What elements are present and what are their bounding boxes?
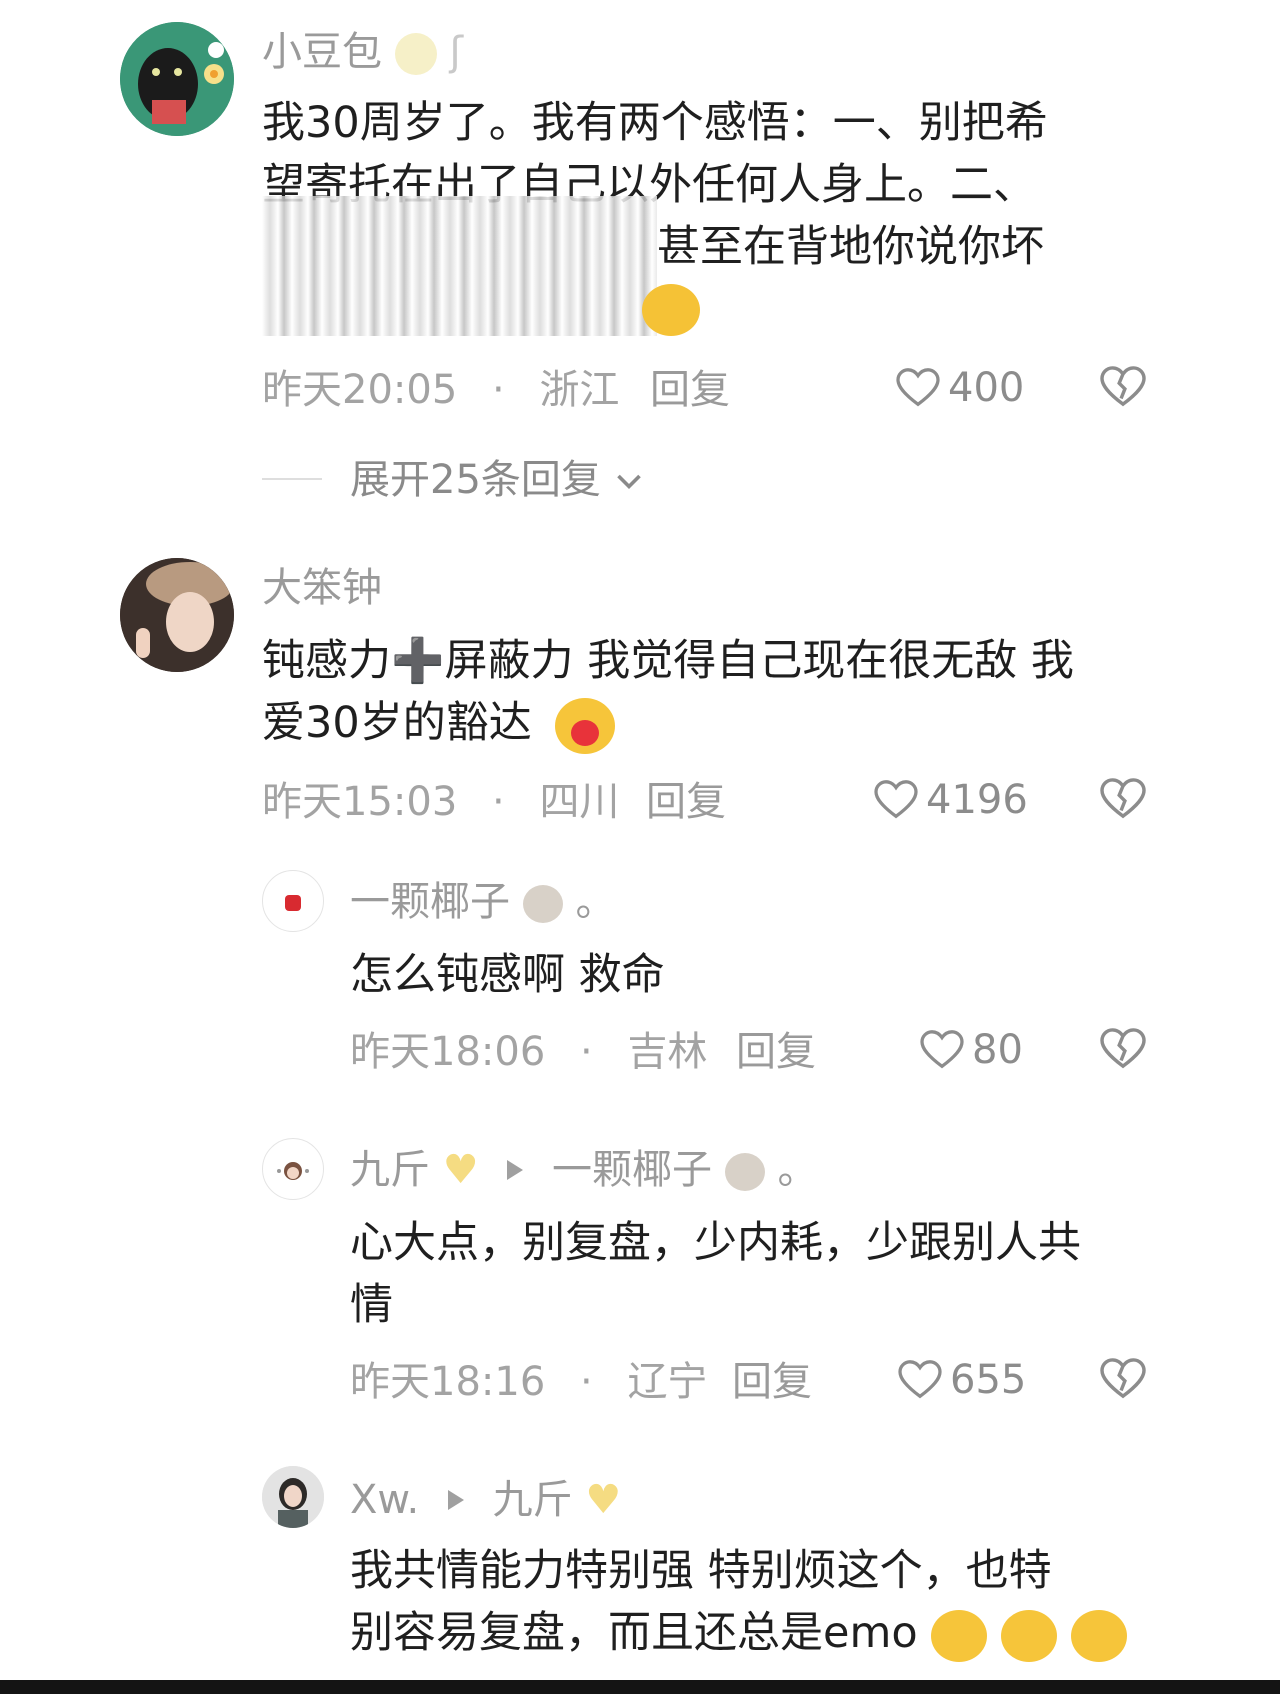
reply-username[interactable]: 九斤 ♥ 一颗椰子 。 — [350, 1150, 817, 1191]
dislike-icon — [1100, 1028, 1146, 1069]
reply-button[interactable]: 回复 — [646, 782, 726, 822]
like-button[interactable]: 655 — [898, 1360, 1026, 1400]
meta-separator: · — [492, 367, 505, 413]
dislike-button[interactable] — [1100, 1028, 1146, 1074]
woman-avatar-icon — [262, 1466, 324, 1528]
triangle-arrow-icon — [447, 1490, 464, 1510]
reply-username[interactable]: 一颗椰子 。 — [350, 882, 615, 923]
triangle-arrow-icon — [507, 1160, 524, 1180]
heart-icon — [896, 368, 940, 407]
reply-location: 辽宁 — [627, 1359, 708, 1405]
like-count: 80 — [972, 1027, 1023, 1073]
panther-avatar-icon — [120, 22, 234, 136]
reply-button[interactable]: 回复 — [732, 1362, 812, 1402]
moon-emoji — [394, 33, 437, 75]
reply-username[interactable]: Xw. 九斤 ♥ — [350, 1480, 621, 1520]
comment-text-line2: 爱30岁的豁达 — [262, 692, 1162, 754]
like-count: 4196 — [926, 777, 1028, 823]
comment-username[interactable]: 小豆包 ʃ — [262, 32, 463, 75]
heart-icon — [920, 1030, 964, 1069]
reply-meta: 昨天18:16 · 辽宁 — [350, 1362, 707, 1402]
expand-divider — [262, 478, 322, 480]
avatar-dabenzhong[interactable] — [120, 558, 234, 672]
meta-separator: · — [492, 779, 505, 825]
username-decoration: ʃ — [449, 29, 463, 75]
avatar-jiujin[interactable] — [262, 1138, 324, 1200]
comment-meta: 昨天15:03 · 四川 — [262, 782, 619, 822]
avatar-yikeyezi[interactable] — [262, 870, 324, 932]
grin-emoji — [642, 284, 700, 336]
dislike-icon — [1100, 366, 1146, 407]
reply-to-username: 一颗椰子 — [552, 1147, 713, 1193]
dislike-button[interactable] — [1100, 366, 1146, 412]
reply-text: 心大点，别复盘，少内耗，少跟别人共 情 — [350, 1218, 1081, 1330]
reply-button[interactable]: 回复 — [650, 370, 730, 410]
dislike-icon — [1100, 778, 1146, 819]
crying-emoji — [1070, 1609, 1127, 1662]
like-count: 655 — [950, 1357, 1027, 1403]
reply-text: 怎么钝感啊 救命 — [350, 950, 665, 1000]
chevron-down-icon — [616, 474, 641, 490]
crying-emoji — [931, 1609, 988, 1662]
cartoon-girl-avatar-icon — [277, 1162, 309, 1180]
yellow-heart-emoji: ♥ — [442, 1147, 479, 1193]
comment-location: 四川 — [539, 779, 620, 825]
reply-to-username: 九斤 — [492, 1477, 573, 1523]
dislike-button[interactable] — [1100, 778, 1146, 824]
meta-separator: · — [580, 1359, 593, 1405]
crying-emoji — [1001, 1609, 1057, 1662]
coconut-emoji — [522, 885, 563, 923]
expand-replies-button[interactable]: 展开25条回复 — [350, 460, 644, 500]
comment-text: 钝感力➕屏蔽力 我觉得自己现在很无敌 我 爱30岁的豁达 — [262, 630, 1162, 754]
bottom-edge-bar — [0, 1680, 1280, 1694]
like-button[interactable]: 400 — [896, 368, 1024, 408]
meta-separator: · — [580, 1029, 593, 1075]
reply-meta: 昨天18:06 · 吉林 — [350, 1032, 707, 1072]
like-count: 400 — [948, 365, 1025, 411]
reply-button[interactable]: 回复 — [736, 1032, 816, 1072]
reply-time: 昨天18:06 — [350, 1029, 546, 1075]
yellow-heart-emoji: ♥ — [585, 1477, 622, 1523]
reply-text: 我共情能力特别强 特别烦这个，也特 别容易复盘，而且还总是emo — [350, 1540, 1190, 1664]
like-button[interactable]: 4196 — [874, 780, 1028, 820]
avatar-xw[interactable] — [262, 1466, 324, 1528]
avatar-xiaodoubao[interactable] — [120, 22, 234, 136]
dislike-button[interactable] — [1100, 1358, 1146, 1404]
coconut-emoji — [724, 1153, 765, 1191]
girl-avatar-icon — [120, 558, 234, 672]
reply-time: 昨天18:16 — [350, 1359, 546, 1405]
blurred-text-region — [262, 196, 657, 336]
like-button[interactable]: 80 — [920, 1030, 1023, 1070]
comment-time: 昨天20:05 — [262, 367, 458, 413]
reply-location: 吉林 — [627, 1029, 708, 1075]
comment-username[interactable]: 大笨钟 — [262, 568, 382, 608]
heart-icon — [874, 780, 918, 819]
comment-location: 浙江 — [539, 367, 620, 413]
heart-icon — [898, 1360, 942, 1399]
comment-time: 昨天15:03 — [262, 779, 458, 825]
comment-meta: 昨天20:05 · 浙江 — [262, 370, 619, 410]
red-apple-avatar-icon — [285, 895, 301, 911]
reply-text-line2: 别容易复盘，而且还总是emo — [350, 1602, 1190, 1664]
dislike-icon — [1100, 1358, 1146, 1399]
hug-emoji — [555, 697, 616, 754]
